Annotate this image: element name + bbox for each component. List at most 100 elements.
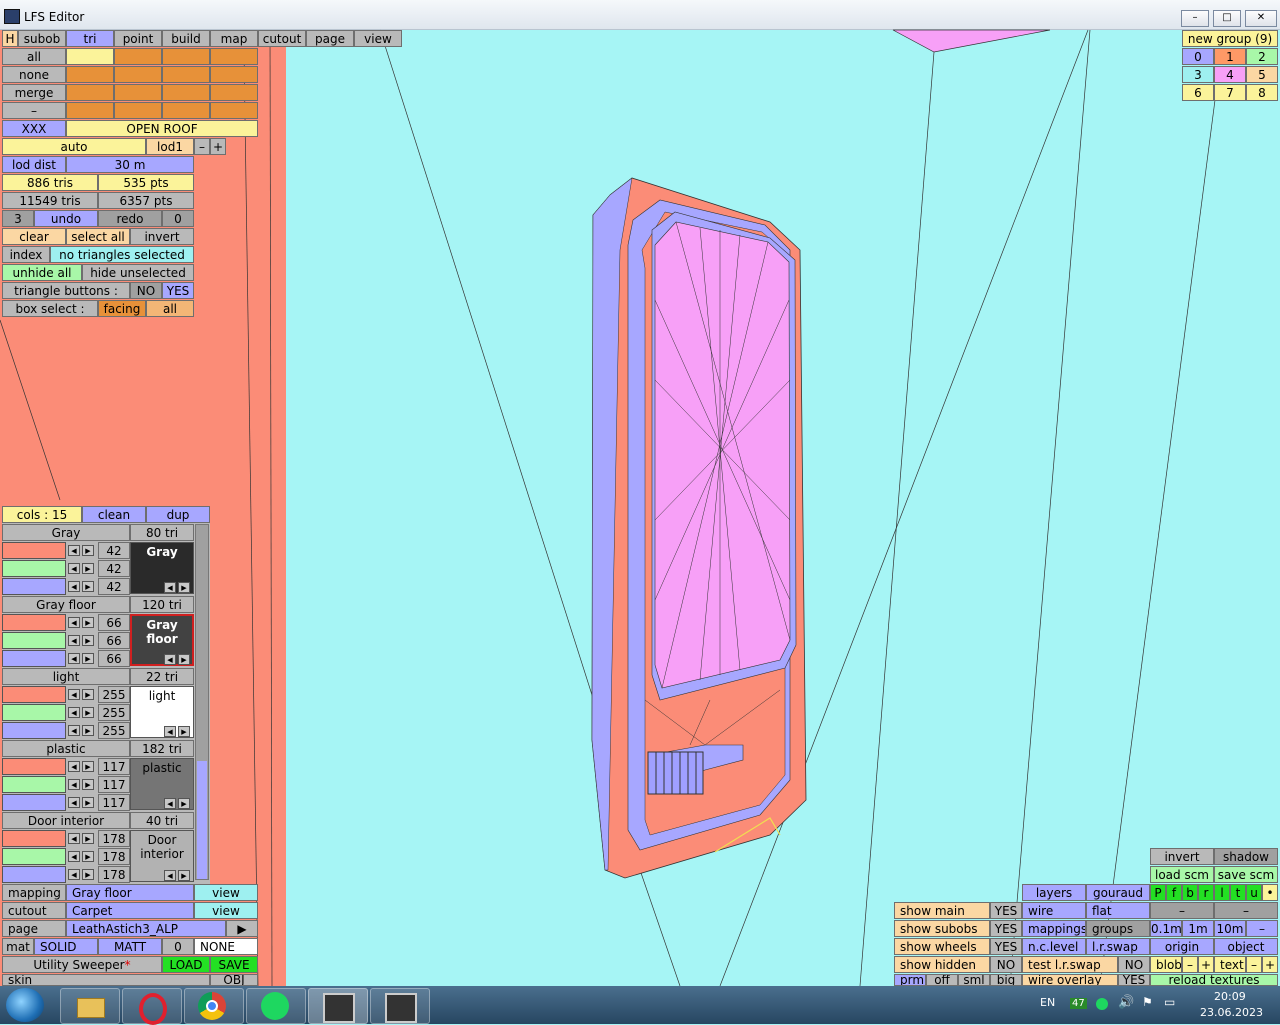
- test-lr-swap-no[interactable]: NO: [1118, 956, 1150, 973]
- channel-right-arrow[interactable]: ▶: [82, 761, 94, 772]
- channel-left-arrow[interactable]: ◀: [68, 869, 80, 880]
- mapping-value[interactable]: Gray floor: [66, 884, 194, 901]
- box-select-all[interactable]: all: [146, 300, 194, 317]
- tab-subob[interactable]: subob: [18, 30, 66, 47]
- colour-list-scroll-thumb[interactable]: [197, 761, 207, 879]
- chrome-icon[interactable]: [184, 988, 244, 1024]
- mat-solid-button[interactable]: SOLID: [34, 938, 98, 955]
- subob-slot[interactable]: [162, 84, 210, 101]
- prm-sml[interactable]: sml: [958, 974, 990, 986]
- groups-button[interactable]: groups: [1086, 920, 1150, 937]
- clock-date[interactable]: 23.06.2023: [1200, 1006, 1263, 1019]
- tab-cutout[interactable]: cutout: [258, 30, 306, 47]
- swatch-right-arrow[interactable]: ▶: [178, 654, 190, 665]
- clock-time[interactable]: 20:09: [1214, 990, 1246, 1003]
- group-7-button[interactable]: 7: [1214, 84, 1246, 101]
- cutout-value[interactable]: Carpet: [66, 902, 194, 919]
- subob-slot[interactable]: [162, 48, 210, 65]
- channel-left-arrow[interactable]: ◀: [68, 653, 80, 664]
- channel-left-arrow[interactable]: ◀: [68, 689, 80, 700]
- spotify-icon[interactable]: [246, 988, 306, 1024]
- mappings-button[interactable]: mappings: [1022, 920, 1086, 937]
- subob-all-button[interactable]: all: [2, 48, 66, 65]
- colour-channel-slider[interactable]: [2, 704, 66, 721]
- channel-right-arrow[interactable]: ▶: [82, 851, 94, 862]
- wire-overlay-yes[interactable]: YES: [1118, 974, 1150, 986]
- show-subobs-yes[interactable]: YES: [990, 920, 1022, 937]
- lr-swap-button[interactable]: l.r.swap: [1086, 938, 1150, 955]
- channel-right-arrow[interactable]: ▶: [82, 869, 94, 880]
- lod-dist-value[interactable]: 30 m: [66, 156, 194, 173]
- explorer-icon[interactable]: [60, 988, 120, 1024]
- channel-left-arrow[interactable]: ◀: [68, 707, 80, 718]
- triangle-buttons-yes[interactable]: YES: [162, 282, 194, 299]
- tab-view[interactable]: view: [354, 30, 402, 47]
- group-2-button[interactable]: 2: [1246, 48, 1278, 65]
- save-scm-button[interactable]: save scm: [1214, 866, 1278, 883]
- colour-channel-value[interactable]: 117: [98, 776, 130, 793]
- show-wheels-yes[interactable]: YES: [990, 938, 1022, 955]
- colour-name[interactable]: plastic: [2, 740, 130, 757]
- colour-channel-slider[interactable]: [2, 632, 66, 649]
- colour-channel-value[interactable]: 255: [98, 704, 130, 721]
- channel-left-arrow[interactable]: ◀: [68, 617, 80, 628]
- colour-channel-value[interactable]: 178: [98, 848, 130, 865]
- colour-channel-value[interactable]: 66: [98, 614, 130, 631]
- group-3-button[interactable]: 3: [1182, 66, 1214, 83]
- subob-minus-button[interactable]: –: [2, 102, 66, 119]
- colour-name[interactable]: Gray: [2, 524, 130, 541]
- start-button-icon[interactable]: [6, 988, 44, 1022]
- swatch-left-arrow[interactable]: ◀: [164, 870, 176, 881]
- subob-slot[interactable]: [66, 102, 114, 119]
- shadow-button[interactable]: shadow: [1214, 848, 1278, 865]
- colour-channel-value[interactable]: 117: [98, 758, 130, 775]
- channel-right-arrow[interactable]: ▶: [82, 563, 94, 574]
- colour-channel-slider[interactable]: [2, 848, 66, 865]
- grid-0.1m[interactable]: 0.1m: [1150, 920, 1182, 937]
- show-hidden-no[interactable]: NO: [990, 956, 1022, 973]
- subob-slot[interactable]: [114, 48, 162, 65]
- triangle-buttons-no[interactable]: NO: [130, 282, 162, 299]
- subob-slot[interactable]: [114, 84, 162, 101]
- mat-none-value[interactable]: NONE: [194, 938, 258, 955]
- xxx-button[interactable]: XXX: [2, 120, 66, 137]
- skin-label[interactable]: skin: [2, 974, 210, 986]
- swatch-left-arrow[interactable]: ◀: [164, 654, 176, 665]
- group-1-button[interactable]: 1: [1214, 48, 1246, 65]
- colour-channel-value[interactable]: 178: [98, 830, 130, 847]
- colour-channel-slider[interactable]: [2, 560, 66, 577]
- view-toggle-6[interactable]: u: [1246, 884, 1262, 901]
- channel-left-arrow[interactable]: ◀: [68, 725, 80, 736]
- unhide-all-button[interactable]: unhide all: [2, 264, 82, 281]
- invert-selection-button[interactable]: invert: [130, 228, 194, 245]
- colour-name[interactable]: light: [2, 668, 130, 685]
- channel-right-arrow[interactable]: ▶: [82, 779, 94, 790]
- h-button[interactable]: H: [2, 30, 18, 47]
- lod-auto-button[interactable]: auto: [2, 138, 146, 155]
- group-6-button[interactable]: 6: [1182, 84, 1214, 101]
- utility-sweeper-label[interactable]: Utility Sweeper*: [2, 956, 162, 973]
- subob-slot[interactable]: [66, 66, 114, 83]
- tab-tri[interactable]: tri: [66, 30, 114, 47]
- dup-colour-button[interactable]: dup: [146, 506, 210, 523]
- channel-right-arrow[interactable]: ▶: [82, 797, 94, 808]
- swatch-left-arrow[interactable]: ◀: [164, 582, 176, 593]
- clean-colours-button[interactable]: clean: [82, 506, 146, 523]
- subob-slot[interactable]: [210, 84, 258, 101]
- colour-channel-value[interactable]: 117: [98, 794, 130, 811]
- colour-channel-slider[interactable]: [2, 542, 66, 559]
- page-next-arrow[interactable]: ▶: [226, 920, 258, 937]
- swatch-left-arrow[interactable]: ◀: [164, 726, 176, 737]
- text-plus[interactable]: +: [1262, 956, 1278, 973]
- index-button[interactable]: index: [2, 246, 50, 263]
- mat-index[interactable]: 0: [162, 938, 194, 955]
- page-value[interactable]: LeathAstich3_ALP: [66, 920, 226, 937]
- swatch-right-arrow[interactable]: ▶: [178, 870, 190, 881]
- view-toggle-5[interactable]: t: [1230, 884, 1246, 901]
- subob-slot[interactable]: [210, 102, 258, 119]
- swatch-left-arrow[interactable]: ◀: [164, 798, 176, 809]
- grid-10m[interactable]: 10m: [1214, 920, 1246, 937]
- flat-button[interactable]: flat: [1086, 902, 1150, 919]
- view-minus-2[interactable]: –: [1214, 902, 1278, 919]
- tab-point[interactable]: point: [114, 30, 162, 47]
